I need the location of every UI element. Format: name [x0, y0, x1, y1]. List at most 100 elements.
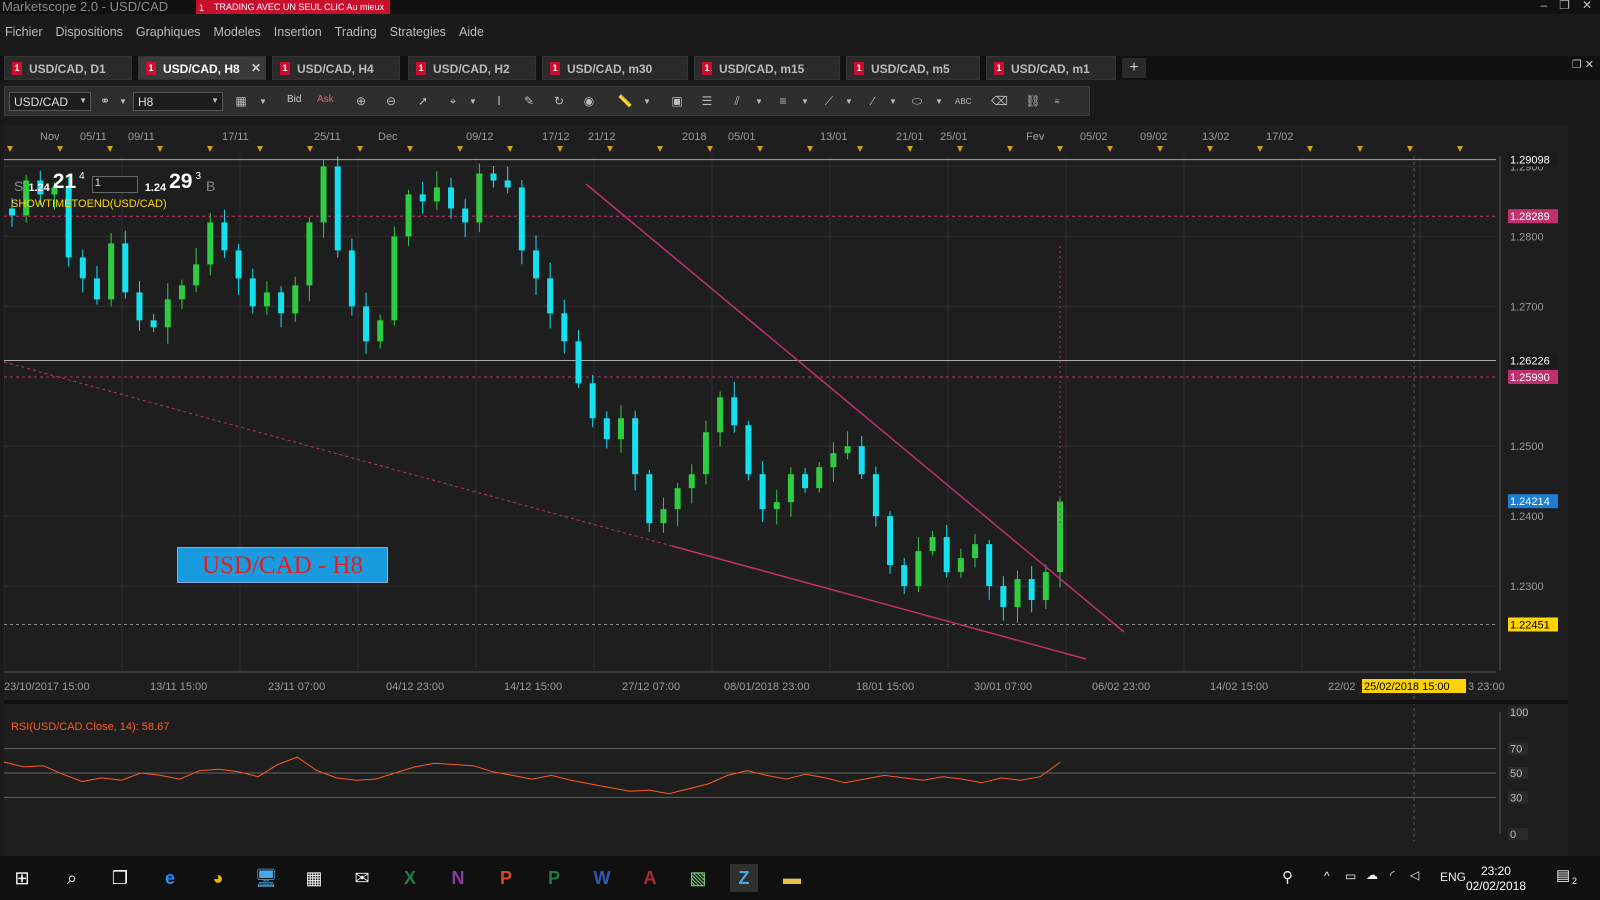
search-icon[interactable]: ⌕	[58, 864, 86, 892]
excel-icon[interactable]: X	[396, 864, 424, 892]
top-axis-label: 2018	[682, 131, 706, 143]
menu-modeles[interactable]: Modeles	[209, 20, 269, 44]
price-chart[interactable]: Nov 05/11 09/11 17/11 25/11 Dec 09/12 17/12 21/1…	[4, 126, 1568, 856]
top-axis-label: 09/11	[128, 131, 155, 143]
menu-aide[interactable]: Aide	[454, 20, 492, 44]
trend-lines-icon[interactable]: ⫽	[729, 94, 745, 109]
text-label-icon[interactable]: ABC	[955, 94, 971, 109]
tab-usdcad-h2[interactable]: 1 USD/CAD, H2	[408, 56, 536, 80]
channel-icon[interactable]: ≡	[775, 94, 791, 109]
menu-insertion[interactable]: Insertion	[269, 20, 330, 44]
one-click-trading-banner[interactable]: 1 TRADING AVEC UN SEUL CLIC Au mieux	[196, 0, 391, 14]
eraser-icon[interactable]: ⌫	[991, 94, 1008, 109]
refresh-icon[interactable]: ↻	[551, 94, 567, 109]
timeframe-select[interactable]: H8 ▼	[133, 92, 223, 111]
menu-trading[interactable]: Trading	[330, 20, 385, 44]
volume-icon[interactable]: ◁	[1410, 868, 1419, 882]
restore-icon[interactable]: ❐	[1559, 0, 1570, 12]
pen-icon[interactable]: ∕	[865, 94, 881, 109]
object-list-icon[interactable]: ⛓	[1025, 94, 1041, 109]
chevron-down-icon[interactable]: ▼	[465, 94, 481, 109]
candle-body	[972, 544, 979, 559]
chevron-down-icon[interactable]: ▼	[639, 94, 655, 109]
clock[interactable]: 23:20 02/02/2018	[1466, 864, 1526, 894]
wifi-icon[interactable]: ◜	[1390, 868, 1395, 882]
candle-body	[617, 418, 624, 440]
menu-dispositions[interactable]: Dispositions	[51, 20, 131, 44]
task-view-icon[interactable]: ❐	[106, 864, 134, 892]
ask-button[interactable]: Ask	[317, 94, 334, 105]
tab-usdcad-h8[interactable]: 1 USD/CAD, H8 ✕	[138, 56, 266, 80]
cursor-icon[interactable]: ➚	[415, 94, 431, 109]
edit-icon[interactable]: ✎	[521, 94, 537, 109]
tab-usdcad-m15[interactable]: 1 USD/CAD, m15	[694, 56, 840, 80]
candle-body	[476, 173, 483, 223]
toolbar-overflow-icon[interactable]: ≡	[1049, 94, 1065, 109]
menu-graphiques[interactable]: Graphiques	[131, 20, 209, 44]
battery-icon[interactable]: ▭	[1345, 869, 1356, 883]
restore-icon[interactable]: ❐	[1572, 59, 1582, 71]
zoom-in-icon[interactable]: ⊕	[353, 94, 369, 109]
bid-button[interactable]: Bid	[287, 94, 301, 105]
chevron-down-icon[interactable]: ▼	[255, 94, 271, 109]
chevron-down-icon[interactable]: ▼	[931, 94, 947, 109]
time-axis-label: 3 23:00	[1468, 681, 1505, 693]
crosshair-icon[interactable]: ⌖	[445, 94, 461, 109]
candle-body	[957, 558, 964, 573]
chevron-down-icon[interactable]: ▼	[797, 94, 813, 109]
sell-button[interactable]: S	[14, 178, 23, 194]
image-icon[interactable]: ▣	[669, 94, 685, 109]
globe-icon[interactable]: ◉	[581, 94, 597, 109]
access-icon[interactable]: A	[636, 864, 664, 892]
powerpoint-icon[interactable]: P	[492, 864, 520, 892]
chevron-down-icon[interactable]: ▼	[751, 94, 767, 109]
menu-strategies[interactable]: Strategies	[385, 20, 454, 44]
tab-usdcad-h4[interactable]: 1 USD/CAD, H4	[272, 56, 400, 80]
chevron-down-icon[interactable]: ▼	[841, 94, 857, 109]
windows-start-icon[interactable]: ⊞	[8, 864, 36, 892]
word-icon[interactable]: W	[588, 864, 616, 892]
close-icon[interactable]: ✕	[1582, 0, 1592, 12]
tab-close-icon[interactable]: ✕	[251, 61, 261, 75]
tab-usdcad-m1[interactable]: 1 USD/CAD, m1	[986, 56, 1116, 80]
cloud-icon[interactable]: ☁	[1366, 868, 1378, 882]
chrome-icon[interactable]: ◕	[204, 864, 232, 892]
chevron-down-icon[interactable]: ▼	[885, 94, 901, 109]
tab-usdcad-m30[interactable]: 1 USD/CAD, m30	[542, 56, 688, 80]
tab-usdcad-d1[interactable]: 1 USD/CAD, D1	[4, 56, 132, 80]
quantity-stepper[interactable]: 1	[91, 176, 138, 193]
buy-button[interactable]: B	[206, 178, 215, 194]
zoom-out-icon[interactable]: ⊖	[383, 94, 399, 109]
close-icon[interactable]: ✕	[1585, 59, 1594, 71]
tab-usdcad-m5[interactable]: 1 USD/CAD, m5	[846, 56, 980, 80]
menu-fichier[interactable]: Fichier	[0, 20, 51, 44]
add-tab-button[interactable]: +	[1122, 58, 1146, 78]
candle-body	[108, 243, 115, 300]
fibonacci-icon[interactable]: ⟋	[821, 94, 837, 109]
edge-icon[interactable]: e	[156, 864, 184, 892]
chevron-up-icon[interactable]: ^	[1324, 869, 1330, 883]
marketscope-icon[interactable]: Z	[730, 864, 758, 892]
publisher-icon[interactable]: P	[540, 864, 568, 892]
notifications-icon[interactable]: ▤	[1556, 866, 1570, 884]
link-icon[interactable]: ⚭	[97, 94, 113, 109]
text-tool-icon[interactable]: Ⅰ	[491, 94, 507, 109]
ruler-icon[interactable]: 📏	[617, 94, 633, 109]
instrument-select[interactable]: USD/CAD ▼	[9, 92, 91, 111]
language-indicator[interactable]: ENG	[1440, 870, 1466, 884]
ellipse-icon[interactable]: ⬭	[909, 94, 925, 109]
people-icon[interactable]: ⚲	[1282, 868, 1293, 886]
minimize-icon[interactable]: –	[1540, 0, 1547, 12]
timeframe-value: H8	[138, 95, 154, 109]
paint-icon[interactable]: ▧	[684, 864, 712, 892]
chart-type-icon[interactable]: ▦	[233, 94, 249, 109]
onenote-icon[interactable]: N	[444, 864, 472, 892]
chart-area[interactable]: Nov 05/11 09/11 17/11 25/11 Dec 09/12 17/12 21/1…	[4, 126, 1568, 856]
chevron-down-icon[interactable]: ▼	[115, 94, 131, 109]
calendar-icon[interactable]: ▦	[300, 864, 328, 892]
file-explorer-icon[interactable]: ▬	[778, 864, 806, 892]
layers-icon[interactable]: ☰	[699, 94, 715, 109]
computer-icon[interactable]: 🖥	[252, 864, 280, 892]
pair-annotation[interactable]: USD/CAD - H8	[177, 547, 388, 583]
mail-icon[interactable]: ✉	[348, 864, 376, 892]
